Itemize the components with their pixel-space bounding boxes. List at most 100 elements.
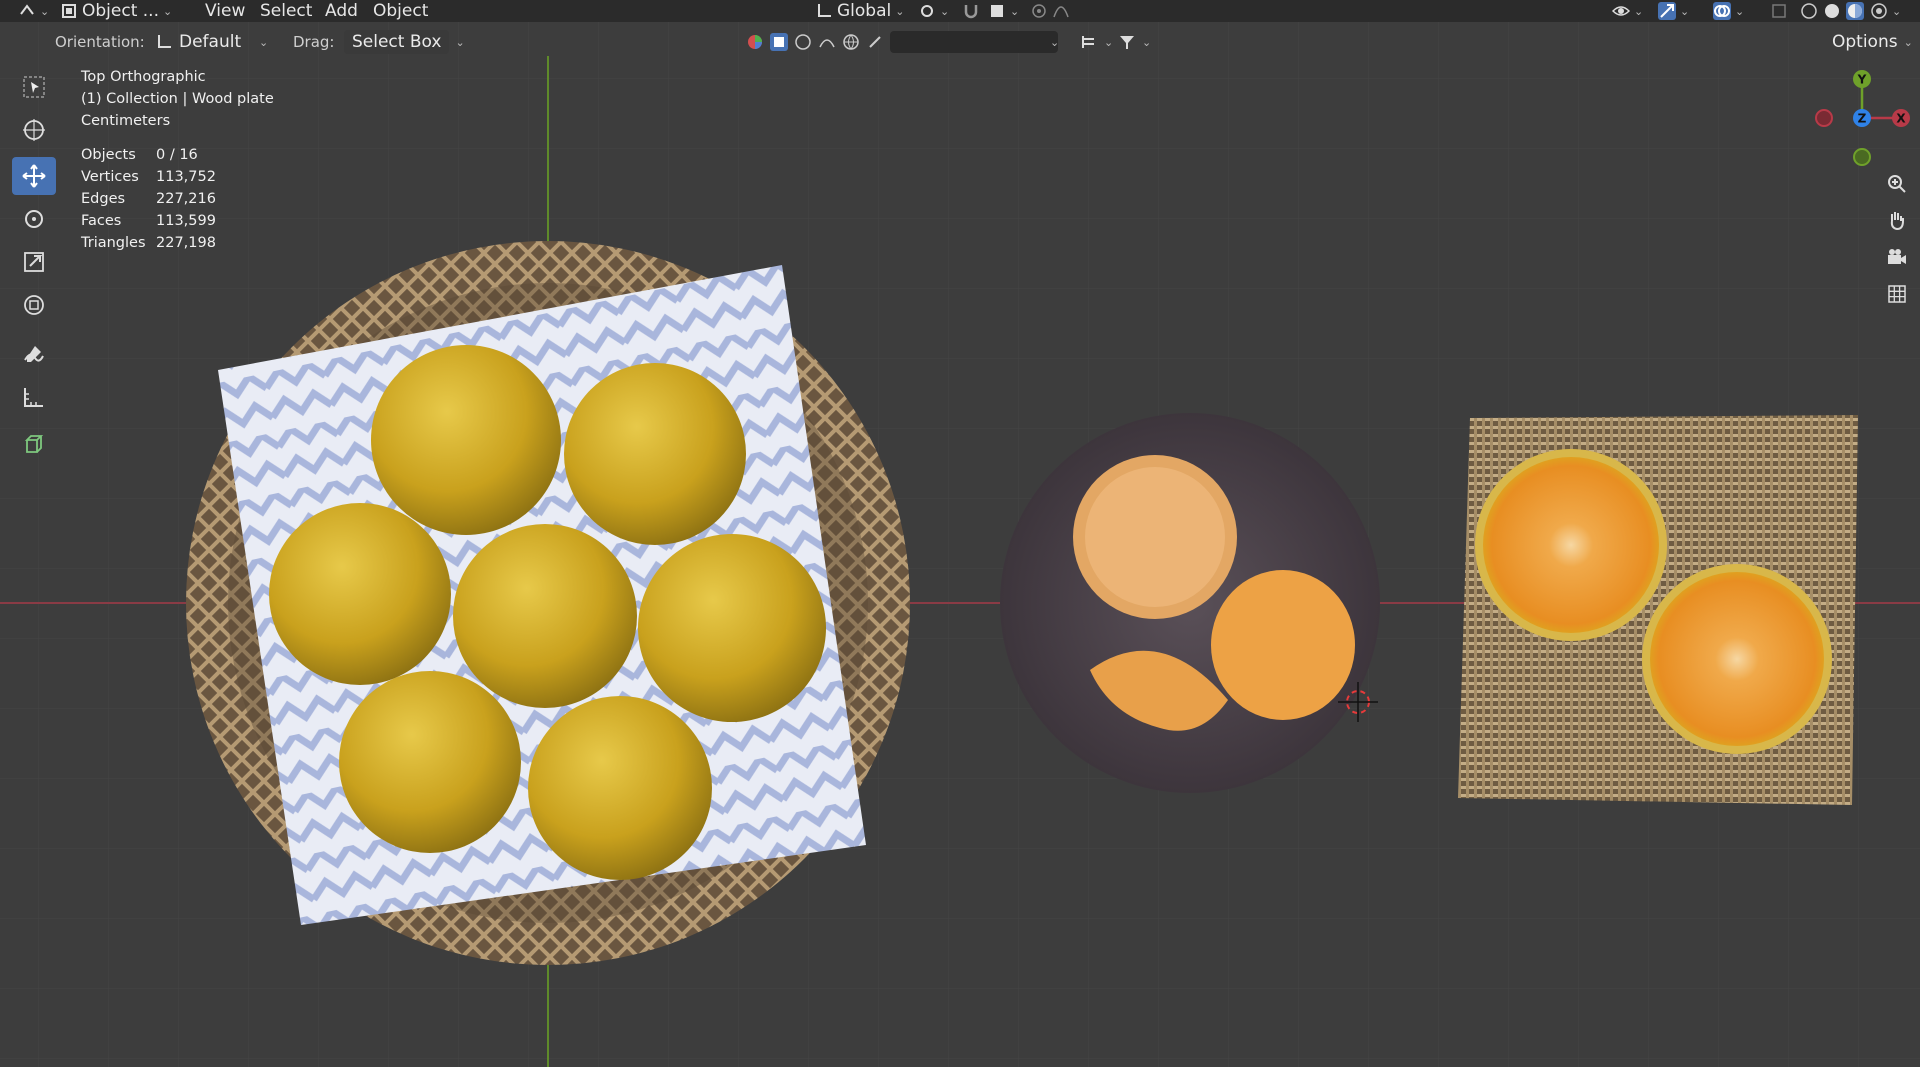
stat-label: Faces: [81, 213, 122, 229]
editor-type-icon: [20, 4, 34, 15]
transform-orientation-dropdown[interactable]: Global ⌄: [815, 0, 904, 22]
stat-row: Edges 227,216: [81, 188, 216, 210]
stat-value: 227,198: [156, 235, 216, 251]
visibility-dropdown[interactable]: ⌄: [1612, 0, 1643, 22]
search-input[interactable]: [890, 31, 1058, 53]
menu-object-label: Object: [373, 1, 429, 21]
collection-name: (1) Collection | Wood plate: [81, 91, 274, 107]
wireframe-shading-icon: [1801, 3, 1817, 19]
overlays-toggle[interactable]: ⌄: [1713, 0, 1744, 22]
chevron-down-icon: ⌄: [455, 35, 465, 49]
shading-wireframe[interactable]: [1800, 0, 1818, 22]
chevron-down-icon: ⌄: [1735, 4, 1745, 18]
zoom-icon: [1888, 175, 1906, 193]
snap-toggle[interactable]: [962, 0, 980, 22]
measure-tool[interactable]: [12, 378, 56, 416]
drag-dropdown[interactable]: Select Box ⌄: [344, 28, 465, 56]
viewport-canvas[interactable]: [0, 0, 1920, 1067]
select-box-icon: [23, 76, 45, 98]
add-cube-tool[interactable]: [12, 426, 56, 464]
chevron-down-icon: ⌄: [1050, 35, 1060, 49]
menu-add[interactable]: Add: [325, 0, 358, 22]
menu-view[interactable]: View: [205, 0, 245, 22]
stat-label: Vertices: [81, 169, 139, 185]
transform-orientation-label: Global: [837, 1, 892, 21]
stat-row: Faces 113,599: [81, 210, 216, 232]
navigation-gizmo[interactable]: Y X Z: [1807, 63, 1917, 173]
camera-view-button[interactable]: [1880, 240, 1914, 274]
proportional-edit-icon: [1032, 4, 1046, 18]
menu-select[interactable]: Select: [260, 0, 312, 22]
ortho-toggle-button[interactable]: [1880, 277, 1914, 311]
gizmo-toggle[interactable]: ⌄: [1658, 0, 1689, 22]
chevron-down-icon: ⌄: [162, 4, 173, 18]
menu-view-label: View: [205, 1, 246, 21]
measure-icon: [24, 388, 43, 407]
options-label: Options: [1832, 32, 1898, 52]
mode-dropdown[interactable]: Object ... ⌄: [60, 0, 172, 22]
pan-hand-icon: [1890, 212, 1904, 231]
menu-select-label: Select: [260, 1, 313, 21]
viewport-header: ⌄ Object ... ⌄ View Select Add Object Gl…: [0, 0, 1920, 22]
pivot-dropdown[interactable]: ⌄: [918, 0, 949, 22]
hierarchy-icon: [1082, 36, 1094, 48]
gizmo-x-label: X: [1896, 112, 1906, 126]
material-preview-icon: [1848, 4, 1862, 18]
viewport-info: Top Orthographic (1) Collection | Wood p…: [81, 66, 274, 132]
chevron-down-icon: ⌄: [1903, 35, 1913, 49]
armature-icon[interactable]: [866, 33, 884, 51]
move-tool[interactable]: [12, 157, 56, 195]
zoom-button[interactable]: [1880, 167, 1914, 201]
cursor-icon: [23, 119, 45, 141]
gizmo-neg-y: [1853, 148, 1871, 166]
proportional-edit-toggle[interactable]: [1030, 0, 1070, 22]
filter-toggle[interactable]: ⌄: [1118, 28, 1151, 56]
stat-row: Objects 0 / 16: [81, 144, 216, 166]
rotate-tool[interactable]: [12, 200, 56, 238]
xray-toggle[interactable]: [1770, 0, 1788, 22]
shading-rendered[interactable]: ⌄: [1870, 0, 1901, 22]
solid-shading-icon: [1825, 4, 1839, 18]
chevron-down-icon: ⌄: [1680, 4, 1690, 18]
select-box-tool[interactable]: [12, 68, 56, 106]
pan-button[interactable]: [1880, 203, 1914, 237]
stat-label: Edges: [81, 191, 126, 207]
chevron-down-icon: ⌄: [259, 35, 269, 49]
wood-plate-object: [1000, 413, 1380, 793]
scene-statistics: Objects 0 / 16 Vertices 113,752 Edges 227,2…: [81, 144, 216, 254]
cursor-tool[interactable]: [12, 111, 56, 149]
shading-material[interactable]: [1846, 0, 1864, 22]
annotate-tool[interactable]: [12, 334, 56, 372]
chevron-down-icon: ⌄: [1010, 4, 1020, 18]
funnel-icon: [1120, 36, 1134, 49]
xray-icon: [1772, 4, 1786, 18]
orientation-label: Orientation:: [55, 33, 145, 51]
annotate-icon: [24, 346, 44, 362]
sphere-icon[interactable]: [794, 33, 812, 51]
chevron-down-icon: ⌄: [1104, 35, 1114, 49]
basket-object: [186, 241, 910, 965]
mesh-select-icon[interactable]: [770, 33, 788, 51]
tool-settings-bar: Orientation: Default ⌄ Drag: Select Box …: [0, 28, 1920, 56]
options-dropdown[interactable]: Options ⌄: [1832, 28, 1913, 56]
object-mode-icon: [62, 4, 76, 18]
eye-icon: [1612, 6, 1630, 16]
snap-dropdown[interactable]: ⌄: [988, 0, 1019, 22]
menu-object[interactable]: Object: [373, 0, 428, 22]
world-icon[interactable]: [842, 33, 860, 51]
transform-tool[interactable]: [12, 286, 56, 324]
stat-label: Triangles: [81, 235, 146, 251]
rendered-shading-icon: [1871, 3, 1887, 19]
color-wheel-icon[interactable]: [746, 33, 764, 51]
scale-tool[interactable]: [12, 243, 56, 281]
view-name: Top Orthographic: [81, 69, 206, 85]
shading-solid[interactable]: [1823, 0, 1841, 22]
curve-icon[interactable]: [818, 33, 836, 51]
sort-dropdown[interactable]: ⌄: [1080, 28, 1113, 56]
chevron-down-icon: ⌄: [895, 4, 905, 18]
orientation-dropdown[interactable]: Default ⌄: [155, 28, 268, 56]
filter-dropdown[interactable]: ⌄: [1050, 28, 1059, 56]
move-icon: [22, 164, 46, 188]
burlap-object: [1458, 415, 1858, 805]
editor-type-button[interactable]: ⌄: [18, 0, 49, 22]
